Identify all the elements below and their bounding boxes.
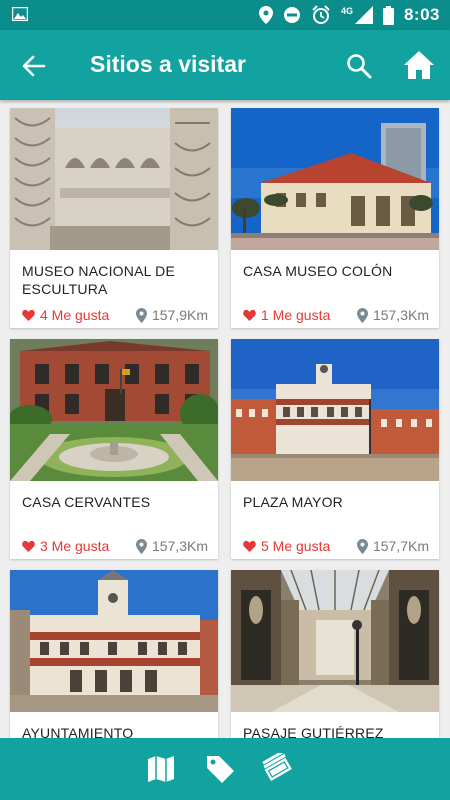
place-photo <box>231 108 439 250</box>
likes-label: 4 Me gusta <box>40 307 110 323</box>
place-photo <box>10 339 218 481</box>
place-card[interactable]: MUSEO NACIONAL DE ESCULTURA 4 Me gusta 1… <box>10 108 218 328</box>
heart-icon <box>243 540 256 552</box>
place-name: PASAJE GUTIÉRREZ <box>243 725 384 738</box>
distance: 157,9Km <box>135 307 208 323</box>
app-bar: Sitios a visitar <box>0 30 450 100</box>
arrow-left-icon[interactable] <box>20 52 48 80</box>
place-photo <box>231 339 439 481</box>
heart-icon <box>243 309 256 321</box>
tag-icon[interactable] <box>204 753 236 785</box>
page-title: Sitios a visitar <box>90 51 246 77</box>
place-name: CASA MUSEO COLÓN <box>243 263 393 279</box>
status-bar: 4G 8:03 <box>0 0 450 30</box>
place-photo <box>231 570 439 712</box>
place-name: PLAZA MAYOR <box>243 494 343 510</box>
places-grid: MUSEO NACIONAL DE ESCULTURA 4 Me gusta 1… <box>0 100 450 738</box>
place-name: CASA CERVANTES <box>22 494 151 510</box>
place-photo <box>10 108 218 250</box>
place-card[interactable]: PLAZA MAYOR 5 Me gusta 157,7Km <box>231 339 439 559</box>
likes-count[interactable]: 3 Me gusta <box>22 538 109 554</box>
likes-count[interactable]: 4 Me gusta <box>22 307 109 323</box>
likes-count[interactable]: 1 Me gusta <box>243 307 330 323</box>
place-name: AYUNTAMIENTO <box>22 725 134 738</box>
place-card[interactable]: CASA MUSEO COLÓN 1 Me gusta 157,3Km <box>231 108 439 328</box>
signal-icon <box>354 6 373 24</box>
likes-label: 1 Me gusta <box>261 307 331 323</box>
image-notification-icon <box>12 7 28 21</box>
home-icon[interactable] <box>403 50 435 80</box>
place-photo <box>10 570 218 712</box>
likes-label: 3 Me gusta <box>40 538 110 554</box>
search-icon[interactable] <box>345 52 373 80</box>
likes-label: 5 Me gusta <box>261 538 331 554</box>
location-pin-icon <box>356 307 368 323</box>
distance-label: 157,9Km <box>151 307 208 323</box>
distance: 157,3Km <box>356 307 429 323</box>
map-icon[interactable] <box>145 753 177 785</box>
do-not-disturb-icon <box>283 7 300 23</box>
alarm-icon <box>312 5 330 24</box>
place-card[interactable]: AYUNTAMIENTO <box>10 570 218 738</box>
bottom-navigation <box>0 738 450 800</box>
distance-label: 157,3Km <box>372 307 429 323</box>
status-time: 8:03 <box>403 5 440 24</box>
place-card[interactable]: CASA CERVANTES 3 Me gusta 157,3Km <box>10 339 218 559</box>
distance: 157,3Km <box>135 538 208 554</box>
place-card[interactable]: PASAJE GUTIÉRREZ <box>231 570 439 738</box>
heart-icon <box>22 309 35 321</box>
likes-count[interactable]: 5 Me gusta <box>243 538 330 554</box>
distance-label: 157,3Km <box>151 538 208 554</box>
place-name: MUSEO NACIONAL DE ESCULTURA <box>22 263 176 297</box>
tickets-icon[interactable] <box>262 753 294 785</box>
heart-icon <box>22 540 35 552</box>
distance: 157,7Km <box>356 538 429 554</box>
location-pin-icon <box>356 538 368 554</box>
battery-icon <box>382 5 394 25</box>
network-type: 4G <box>340 6 353 16</box>
location-icon <box>258 6 273 24</box>
location-pin-icon <box>135 538 147 554</box>
location-pin-icon <box>135 307 147 323</box>
distance-label: 157,7Km <box>372 538 429 554</box>
